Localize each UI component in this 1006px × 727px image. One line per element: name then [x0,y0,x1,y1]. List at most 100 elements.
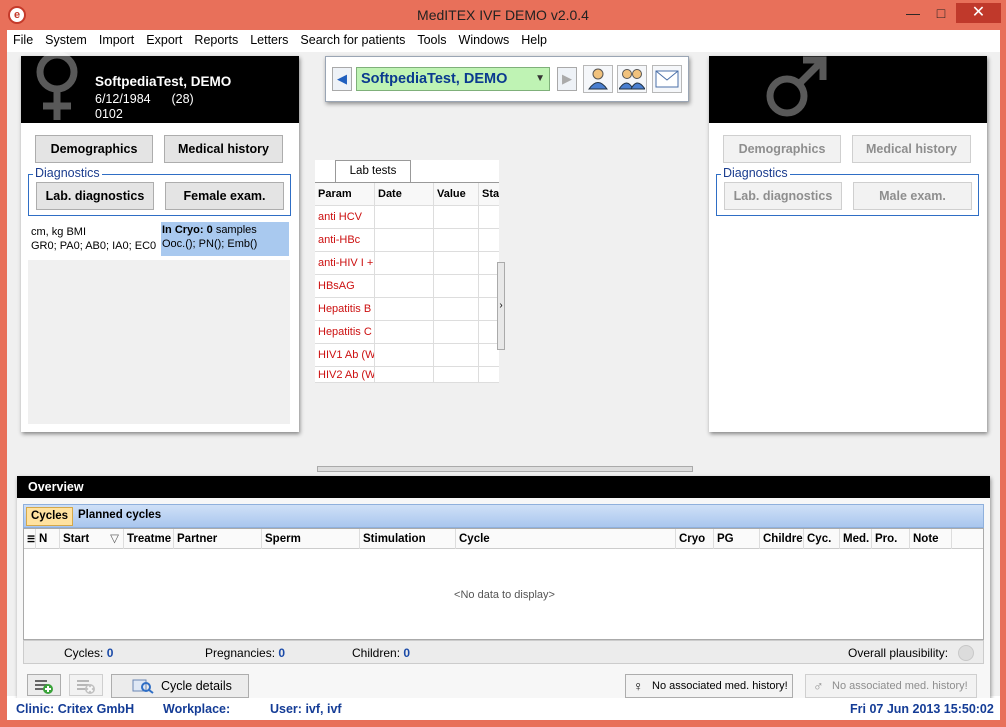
magnifier-list-icon [132,679,154,694]
horizontal-splitter[interactable] [317,466,693,472]
col-cyc[interactable]: Cyc. [804,529,840,549]
cryo-label: In Cryo: [162,224,204,236]
female-symbol-small-icon: ♀ [633,678,644,694]
filter-icon[interactable]: ▽ [110,529,119,549]
female-lab-diagnostics-button[interactable]: Lab. diagnostics [36,182,154,210]
maximize-button[interactable]: □ [928,3,954,23]
menu-letters[interactable]: Letters [244,30,294,47]
add-list-icon [35,680,53,694]
table-row[interactable]: HBsAG [315,275,499,298]
menu-help[interactable]: Help [515,30,553,47]
female-stats: cm, kg BMI GR0; PA0; AB0; IA0; EC0 [31,225,156,253]
female-patient-info: 6/12/1984 (28) 0102 [95,92,194,122]
male-diagnostics-group: Diagnostics Lab. diagnostics Male exam. [716,166,979,216]
male-medical-history-button[interactable]: Medical history [852,135,971,163]
male-exam-button[interactable]: Male exam. [853,182,972,210]
col-cycle[interactable]: Cycle [456,529,676,549]
col-children[interactable]: Childre [760,529,804,549]
lab-date [375,321,434,343]
col-treatment[interactable]: Treatme [124,529,174,549]
table-row[interactable]: HIV2 Ab (W [315,367,499,383]
plausibility-label: Overall plausibility: [848,646,949,660]
app-client-area: File System Import Export Reports Letters Sear… [7,30,1000,720]
female-bmi: cm, kg BMI [31,226,87,238]
female-cryo-box[interactable]: In Cryo: 0 samples Ooc.(); PN(); Emb() [161,222,289,256]
grid-menu-icon[interactable]: ☰ [24,529,36,549]
menu-export[interactable]: Export [140,30,188,47]
table-row[interactable]: anti HCV [315,206,499,229]
col-med[interactable]: Med. [840,529,872,549]
female-demographics-button[interactable]: Demographics [35,135,153,163]
vertical-splitter[interactable]: › [497,262,505,350]
col-pro[interactable]: Pro. [872,529,910,549]
menu-file[interactable]: File [7,30,39,47]
col-pg[interactable]: PG [714,529,760,549]
cycles-label: Cycles: [64,646,104,660]
send-message-button[interactable] [652,65,682,93]
female-diagnostics-label: Diagnostics [33,166,102,180]
col-cryo[interactable]: Cryo [676,529,714,549]
col-status[interactable]: Sta [479,183,499,205]
prev-patient-button[interactable]: ◀ [332,67,352,91]
menu-system[interactable]: System [39,30,93,47]
close-button[interactable]: ✕ [956,3,1001,23]
minimize-button[interactable]: — [900,3,926,23]
add-cycle-button[interactable] [27,674,61,696]
clinic-value: Critex GmbH [57,702,135,716]
table-row[interactable]: Hepatitis C [315,321,499,344]
menu-reports[interactable]: Reports [188,30,244,47]
lab-tests-grid: Param Date Value Sta anti HCV anti-HBc a… [315,182,499,383]
lab-value [434,321,479,343]
envelope-icon [655,70,679,88]
menu-tools[interactable]: Tools [411,30,452,47]
delete-cycle-button[interactable] [69,674,103,696]
male-symbol-small-icon: ♂ [813,678,824,694]
col-partner[interactable]: Partner [174,529,262,549]
next-patient-button[interactable]: ▶ [557,67,577,91]
patient-combo[interactable]: SoftpediaTest, DEMO ▼ [356,67,550,91]
lab-value [434,367,479,383]
single-patient-button[interactable] [583,65,613,93]
female-patient-panel: SoftpediaTest, DEMO 6/12/1984 (28) 0102 … [21,52,299,432]
col-value[interactable]: Value [434,183,479,205]
couple-button[interactable] [617,65,647,93]
col-sperm[interactable]: Sperm [262,529,360,549]
table-row[interactable]: HIV1 Ab (W [315,344,499,367]
female-exam-button[interactable]: Female exam. [165,182,284,210]
female-id: 0102 [95,107,123,121]
female-gr: GR0; PA0; AB0; IA0; EC0 [31,240,157,252]
col-date[interactable]: Date [375,183,434,205]
menu-import[interactable]: Import [93,30,140,47]
female-diagnostics-group: Diagnostics Lab. diagnostics Female exam… [28,166,291,216]
col-note[interactable]: Note [910,529,952,549]
cycles-grid: ☰ N Start ▽ Treatme Partner Sperm Stimula… [23,528,984,640]
lab-date [375,344,434,366]
table-row[interactable]: Hepatitis B [315,298,499,321]
table-row[interactable]: anti-HBc [315,229,499,252]
status-user: User: ivf, ivf [270,702,342,716]
tab-planned-cycles[interactable]: Planned cycles [74,507,165,526]
female-medical-history-button[interactable]: Medical history [164,135,283,163]
lab-value [434,229,479,251]
cryo-unit: samples [215,224,257,236]
col-number[interactable]: N [36,529,60,549]
lab-value [434,252,479,274]
female-med-history-status-button[interactable]: ♀ No associated med. history! [625,674,793,698]
menu-search-patients[interactable]: Search for patients [294,30,411,47]
no-data-message: <No data to display> [454,589,555,601]
tab-cycles[interactable]: Cycles [26,507,74,526]
workspace: SoftpediaTest, DEMO 6/12/1984 (28) 0102 … [7,52,1000,714]
table-row[interactable]: anti-HIV I + [315,252,499,275]
col-param[interactable]: Param [315,183,375,205]
cycle-details-button[interactable]: Cycle details [111,674,249,698]
col-stimulation[interactable]: Stimulation [360,529,456,549]
children-count: Children: 0 [352,646,410,660]
male-demographics-button[interactable]: Demographics [723,135,841,163]
menu-windows[interactable]: Windows [453,30,516,47]
col-start[interactable]: Start ▽ [60,529,124,549]
female-symbol-icon [36,52,78,120]
tab-lab-tests[interactable]: Lab tests [335,160,411,182]
male-lab-diagnostics-button[interactable]: Lab. diagnostics [724,182,842,210]
male-med-history-status-button[interactable]: ♂ No associated med. history! [805,674,977,698]
overview-panel: Overview Cycles Planned cycles ☰ N Start… [17,476,990,714]
